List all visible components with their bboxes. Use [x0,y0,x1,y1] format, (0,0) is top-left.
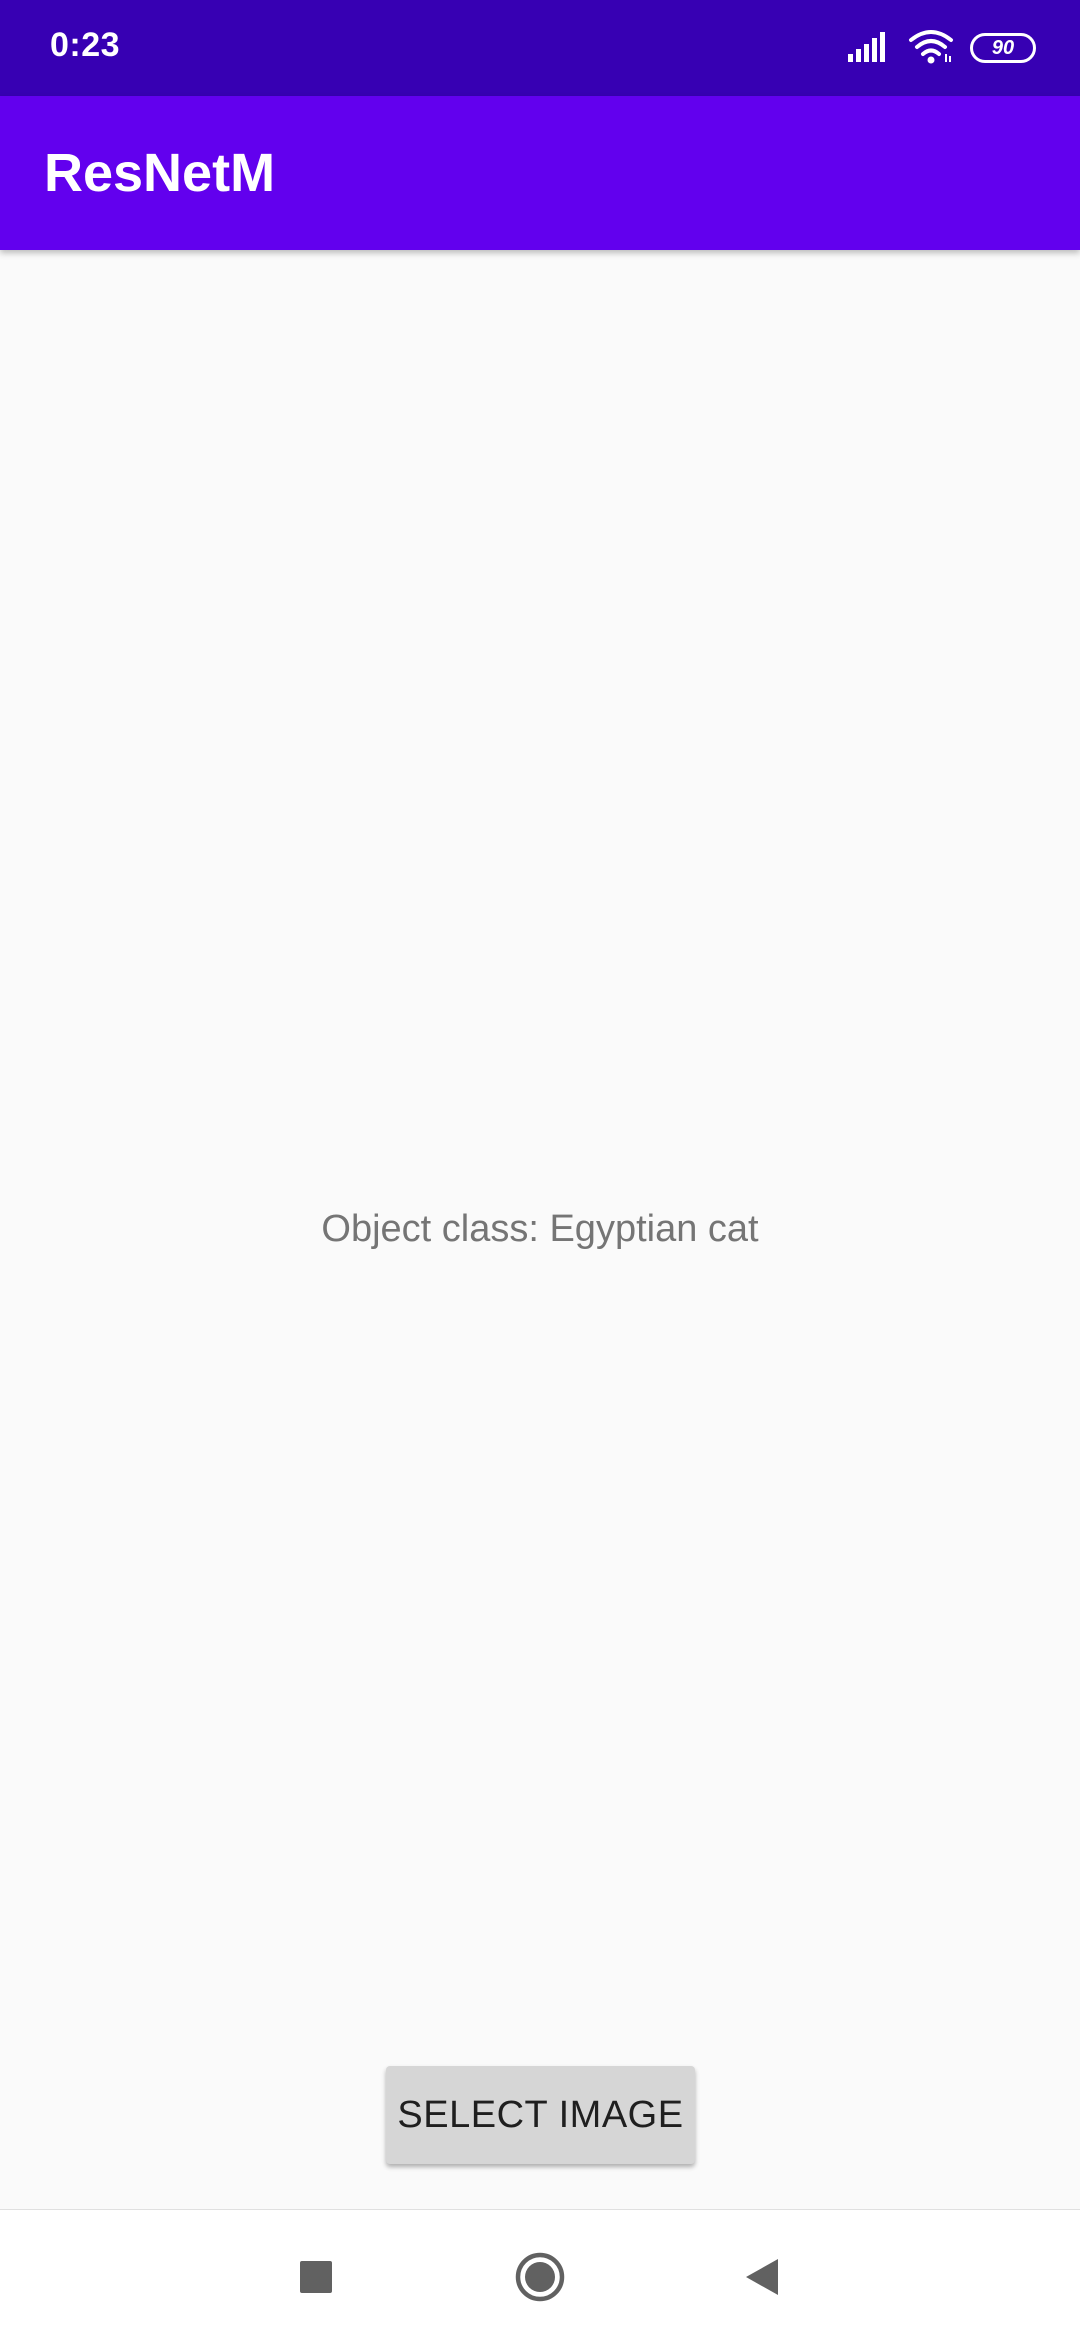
recents-icon[interactable] [271,2232,361,2322]
status-time: 0:23 [50,26,121,64]
status-bar: 0:23 90 [0,0,1080,96]
classification-result: Object class: Egyptian cat [321,1208,759,1250]
app-title: ResNetM [44,143,276,203]
navigation-bar [0,2209,1080,2341]
battery-icon: 90 [970,33,1036,63]
battery-level: 90 [991,37,1015,59]
home-icon[interactable] [495,2232,585,2322]
signal-icon [848,30,892,67]
wifi-icon [908,28,954,69]
status-icons: 90 [848,26,1036,70]
select-image-button[interactable]: SELECT IMAGE [386,2066,695,2164]
app-bar: ResNetM [0,96,1080,250]
back-icon[interactable] [717,2232,807,2322]
